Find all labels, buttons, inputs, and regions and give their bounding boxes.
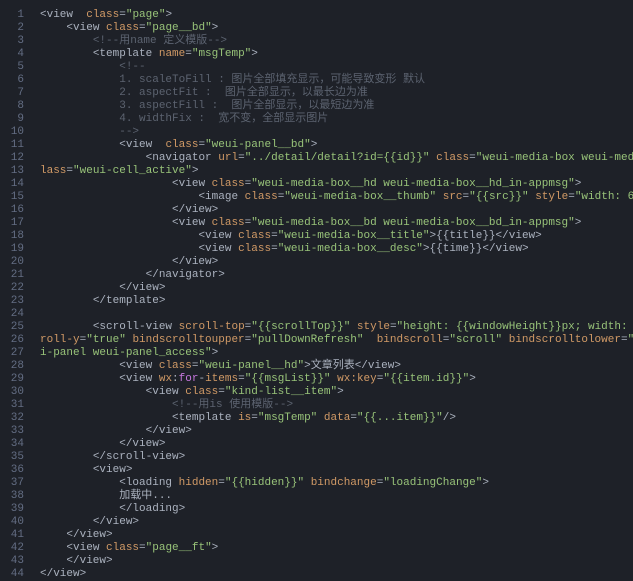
line-number: 25 <box>0 321 32 334</box>
code-line[interactable]: 加载中... <box>32 490 633 503</box>
code-line[interactable]: 1. scaleToFill : 图片全部填充显示，可能导致变形 默认 <box>32 74 633 87</box>
code-line[interactable]: <view class="weui-media-box__bd weui-med… <box>32 217 633 230</box>
line-number: 40 <box>0 516 32 529</box>
code-line[interactable]: <view class="kind-list__item"> <box>32 386 633 399</box>
line-number: 10 <box>0 126 32 139</box>
line-number: 32 <box>0 412 32 425</box>
line-number: 22 <box>0 282 32 295</box>
line-number: 43 <box>0 555 32 568</box>
code-line[interactable]: </navigator> <box>32 269 633 282</box>
line-number: 28 <box>0 360 32 373</box>
code-line[interactable]: </view> <box>32 568 633 579</box>
line-number: 26 <box>0 334 32 347</box>
line-number: 1 <box>0 9 32 22</box>
line-number: 33 <box>0 425 32 438</box>
line-number: 21 <box>0 269 32 282</box>
code-line[interactable]: <view class="page__bd"> <box>32 22 633 35</box>
code-line[interactable]: <loading hidden="{{hidden}}" bindchange=… <box>32 477 633 490</box>
line-number: 12 <box>0 152 32 165</box>
code-line[interactable]: roll-y="true" bindscrolltoupper="pullDow… <box>32 334 633 347</box>
line-number: 37 <box>0 477 32 490</box>
code-line[interactable]: </view> <box>32 256 633 269</box>
code-line[interactable]: <view class="weui-media-box__title">{{ti… <box>32 230 633 243</box>
code-line[interactable] <box>32 308 633 321</box>
code-line[interactable]: <!--用name 定义模版--> <box>32 35 633 48</box>
code-line[interactable]: <view class="weui-panel__bd"> <box>32 139 633 152</box>
code-line[interactable]: --> <box>32 126 633 139</box>
line-number: 31 <box>0 399 32 412</box>
code-line[interactable]: <scroll-view scroll-top="{{scrollTop}}" … <box>32 321 633 334</box>
line-number: 6 <box>0 74 32 87</box>
line-number: 5 <box>0 61 32 74</box>
code-line[interactable]: </template> <box>32 295 633 308</box>
line-number: 36 <box>0 464 32 477</box>
code-line[interactable]: </view> <box>32 282 633 295</box>
code-line[interactable]: </view> <box>32 529 633 542</box>
code-line[interactable]: </view> <box>32 438 633 451</box>
code-line[interactable]: 3. aspectFill : 图片全部显示，以最短边为准 <box>32 100 633 113</box>
code-line[interactable]: <template name="msgTemp"> <box>32 48 633 61</box>
line-number: 2 <box>0 22 32 35</box>
line-number: 23 <box>0 295 32 308</box>
code-line[interactable]: </scroll-view> <box>32 451 633 464</box>
code-line[interactable]: <view class="page__ft"> <box>32 542 633 555</box>
code-line[interactable]: </view> <box>32 516 633 529</box>
line-number: 4 <box>0 48 32 61</box>
line-number: 18 <box>0 230 32 243</box>
line-number: 14 <box>0 178 32 191</box>
line-number: 27 <box>0 347 32 360</box>
line-number: 34 <box>0 438 32 451</box>
line-number: 30 <box>0 386 32 399</box>
line-number: 3 <box>0 35 32 48</box>
code-line[interactable]: <view class="weui-media-box__desc">{{tim… <box>32 243 633 256</box>
code-line[interactable]: 4. widthFix : 宽不变，全部显示图片 <box>32 113 633 126</box>
line-number: 13 <box>0 165 32 178</box>
code-line[interactable]: <!-- <box>32 61 633 74</box>
code-line[interactable]: <view wx:for-items="{{msgList}}" wx:key=… <box>32 373 633 386</box>
code-line[interactable]: </view> <box>32 425 633 438</box>
line-number: 38 <box>0 490 32 503</box>
code-line[interactable]: i-panel weui-panel_access"> <box>32 347 633 360</box>
line-number: 8 <box>0 100 32 113</box>
code-editor-content[interactable]: <view class="page"> <view class="page__b… <box>32 0 633 579</box>
code-line[interactable]: <!--用is 使用模版--> <box>32 399 633 412</box>
line-number: 19 <box>0 243 32 256</box>
line-number: 20 <box>0 256 32 269</box>
line-number: 7 <box>0 87 32 100</box>
code-line[interactable]: <view class="weui-media-box__hd weui-med… <box>32 178 633 191</box>
code-line[interactable]: 2. aspectFit : 图片全部显示，以最长边为准 <box>32 87 633 100</box>
line-number: 9 <box>0 113 32 126</box>
line-number: 29 <box>0 373 32 386</box>
line-number: 35 <box>0 451 32 464</box>
code-line[interactable]: <template is="msgTemp" data="{{...item}}… <box>32 412 633 425</box>
code-line[interactable]: </loading> <box>32 503 633 516</box>
line-number: 44 <box>0 568 32 581</box>
line-number: 41 <box>0 529 32 542</box>
line-number-gutter: 1234567891011121314151617181920212223242… <box>0 0 32 579</box>
code-line[interactable]: </view> <box>32 204 633 217</box>
code-line[interactable]: <view class="weui-panel__hd">文章列表</view> <box>32 360 633 373</box>
line-number: 16 <box>0 204 32 217</box>
line-number: 24 <box>0 308 32 321</box>
line-number: 42 <box>0 542 32 555</box>
code-line[interactable]: <navigator url="../detail/detail?id={{id… <box>32 152 633 165</box>
code-line[interactable]: <view> <box>32 464 633 477</box>
code-line[interactable]: lass="weui-cell_active"> <box>32 165 633 178</box>
line-number: 39 <box>0 503 32 516</box>
line-number: 15 <box>0 191 32 204</box>
code-line[interactable]: <view class="page"> <box>32 9 633 22</box>
line-number: 11 <box>0 139 32 152</box>
code-line[interactable]: </view> <box>32 555 633 568</box>
line-number: 17 <box>0 217 32 230</box>
code-line[interactable]: <image class="weui-media-box__thumb" src… <box>32 191 633 204</box>
